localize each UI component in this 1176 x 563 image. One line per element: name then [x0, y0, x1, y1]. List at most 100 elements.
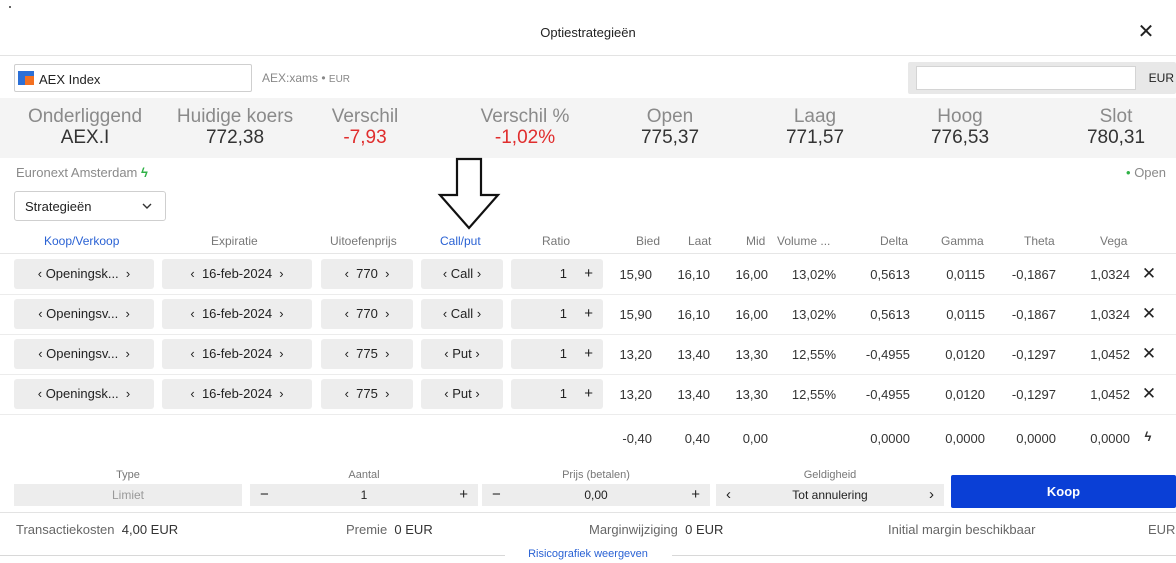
row-divider	[0, 414, 1176, 415]
strike-selector[interactable]: ‹ 770 ›	[321, 259, 413, 289]
bid-value: 15,90	[619, 267, 652, 282]
side-selector[interactable]: ‹ Openingsv... ›	[14, 339, 154, 369]
strategy-dropdown[interactable]: Strategieën	[14, 191, 166, 221]
delta-value: -0,4955	[865, 347, 910, 362]
ratio-stepper[interactable]: 1 +	[511, 259, 603, 289]
header-last[interactable]: Laat	[688, 234, 711, 248]
chevron-left-icon: ‹	[442, 306, 448, 321]
side-selector[interactable]: ‹ Openingsk... ›	[14, 259, 154, 289]
header-strike[interactable]: Uitoefenprijs	[330, 234, 397, 248]
stat-current-price: Huidige koers 772,38	[176, 106, 294, 148]
chevron-right-icon: ›	[385, 266, 390, 281]
volatility-value: 12,55%	[791, 347, 836, 362]
callput-selector[interactable]: ‹ Call ›	[421, 259, 503, 289]
delta-value: 0,5613	[870, 267, 910, 282]
expiry-selector[interactable]: ‹ 16-feb-2024 ›	[162, 339, 312, 369]
theta-value: -0,1867	[1011, 307, 1056, 322]
last-value: 16,10	[677, 267, 710, 282]
quantity-label: Aantal	[348, 469, 380, 481]
market-status: • Open	[1126, 165, 1166, 180]
chevron-left-icon: ‹	[444, 346, 449, 361]
validity-selector[interactable]: ‹ Tot annulering ›	[716, 484, 944, 506]
status-dot-icon: •	[1126, 165, 1131, 180]
ratio-stepper[interactable]: 1 +	[511, 339, 603, 369]
initial-margin-value: EUR	[1148, 522, 1176, 537]
chevron-left-icon: ‹	[344, 386, 349, 401]
chevron-left-icon: ‹	[190, 386, 195, 401]
stat-high: Hoog 776,53	[930, 106, 990, 148]
volatility-value: 13,02%	[791, 267, 836, 282]
currency-input[interactable]	[916, 66, 1136, 90]
vega-value: 1,0324	[1090, 307, 1130, 322]
expiry-selector[interactable]: ‹ 16-feb-2024 ›	[162, 259, 312, 289]
theta-value: -0,1297	[1011, 387, 1056, 402]
ratio-stepper[interactable]: 1 +	[511, 299, 603, 329]
chevron-right-icon: ›	[279, 386, 284, 401]
plus-icon[interactable]: +	[459, 486, 468, 503]
header-mid[interactable]: Mid	[746, 234, 765, 248]
header-volatility[interactable]: Volume ...	[777, 234, 830, 248]
instrument-name: AEX Index	[39, 72, 101, 87]
theta-value: -0,1297	[1011, 347, 1056, 362]
chevron-right-icon: ›	[279, 306, 284, 321]
header-ratio[interactable]: Ratio	[542, 234, 570, 248]
side-selector[interactable]: ‹ Openingsv... ›	[14, 299, 154, 329]
header-delta[interactable]: Delta	[880, 234, 908, 248]
callput-selector[interactable]: ‹ Call ›	[421, 299, 503, 329]
header-theta[interactable]: Theta	[1024, 234, 1055, 248]
risk-chart-link[interactable]: Risicografiek weergeven	[500, 548, 676, 560]
mid-value: 16,00	[735, 307, 768, 322]
close-icon[interactable]: ✕	[1134, 20, 1158, 44]
chevron-right-icon[interactable]: ›	[929, 486, 934, 503]
header-gamma[interactable]: Gamma	[941, 234, 984, 248]
strike-selector[interactable]: ‹ 775 ›	[321, 339, 413, 369]
remove-leg-icon[interactable]: ✕	[1136, 341, 1162, 367]
chevron-right-icon: ›	[476, 266, 482, 281]
remove-leg-icon[interactable]: ✕	[1136, 301, 1162, 327]
remove-leg-icon[interactable]: ✕	[1136, 381, 1162, 407]
callput-selector[interactable]: ‹ Put ›	[421, 379, 503, 409]
chevron-left-icon: ‹	[190, 346, 195, 361]
chevron-left-icon: ‹	[442, 266, 448, 281]
expiry-selector[interactable]: ‹ 16-feb-2024 ›	[162, 379, 312, 409]
chevron-left-icon: ‹	[344, 306, 349, 321]
stat-low: Laag 771,57	[785, 106, 845, 148]
lightning-icon: ϟ	[141, 165, 148, 180]
header-side[interactable]: Koop/Verkoop	[44, 234, 119, 248]
remove-leg-icon[interactable]: ✕	[1136, 261, 1162, 287]
buy-button[interactable]: Koop	[951, 475, 1176, 508]
chevron-right-icon: ›	[125, 266, 131, 281]
instrument-logo-icon	[18, 71, 34, 85]
total-mid: 0,00	[742, 431, 768, 446]
header-callput[interactable]: Call/put	[440, 234, 481, 248]
type-label: Type	[116, 469, 140, 481]
bid-value: 13,20	[619, 347, 652, 362]
callput-selector[interactable]: ‹ Put ›	[421, 339, 503, 369]
header-vega[interactable]: Vega	[1100, 234, 1127, 248]
mid-value: 13,30	[735, 387, 768, 402]
ratio-stepper[interactable]: 1 +	[511, 379, 603, 409]
chevron-left-icon: ‹	[38, 346, 43, 361]
plus-icon: +	[584, 345, 593, 362]
header-expiry[interactable]: Expiratie	[211, 234, 258, 248]
last-value: 16,10	[677, 307, 710, 322]
gamma-value: 0,0115	[946, 267, 985, 282]
strike-selector[interactable]: ‹ 775 ›	[321, 379, 413, 409]
total-last: 0,40	[684, 431, 710, 446]
total-delta: 0,0000	[870, 431, 910, 446]
quantity-stepper[interactable]: − 1 +	[250, 484, 478, 506]
side-selector[interactable]: ‹ Openingsk... ›	[14, 379, 154, 409]
chevron-left-icon: ‹	[344, 266, 349, 281]
price-stepper[interactable]: − 0,00 +	[482, 484, 710, 506]
instrument-search-input[interactable]: AEX Index	[14, 64, 252, 92]
vega-value: 1,0452	[1090, 387, 1130, 402]
plus-icon: +	[584, 385, 593, 402]
strike-selector[interactable]: ‹ 770 ›	[321, 299, 413, 329]
vega-value: 1,0452	[1090, 347, 1130, 362]
order-type-field[interactable]: Limiet	[14, 484, 242, 506]
expiry-selector[interactable]: ‹ 16-feb-2024 ›	[162, 299, 312, 329]
header-bid[interactable]: Bied	[636, 234, 660, 248]
instrument-symbol: AEX:xams • EUR	[262, 71, 351, 85]
margin-change: Marginwijziging 0 EUR	[589, 522, 724, 537]
plus-icon[interactable]: +	[691, 486, 700, 503]
